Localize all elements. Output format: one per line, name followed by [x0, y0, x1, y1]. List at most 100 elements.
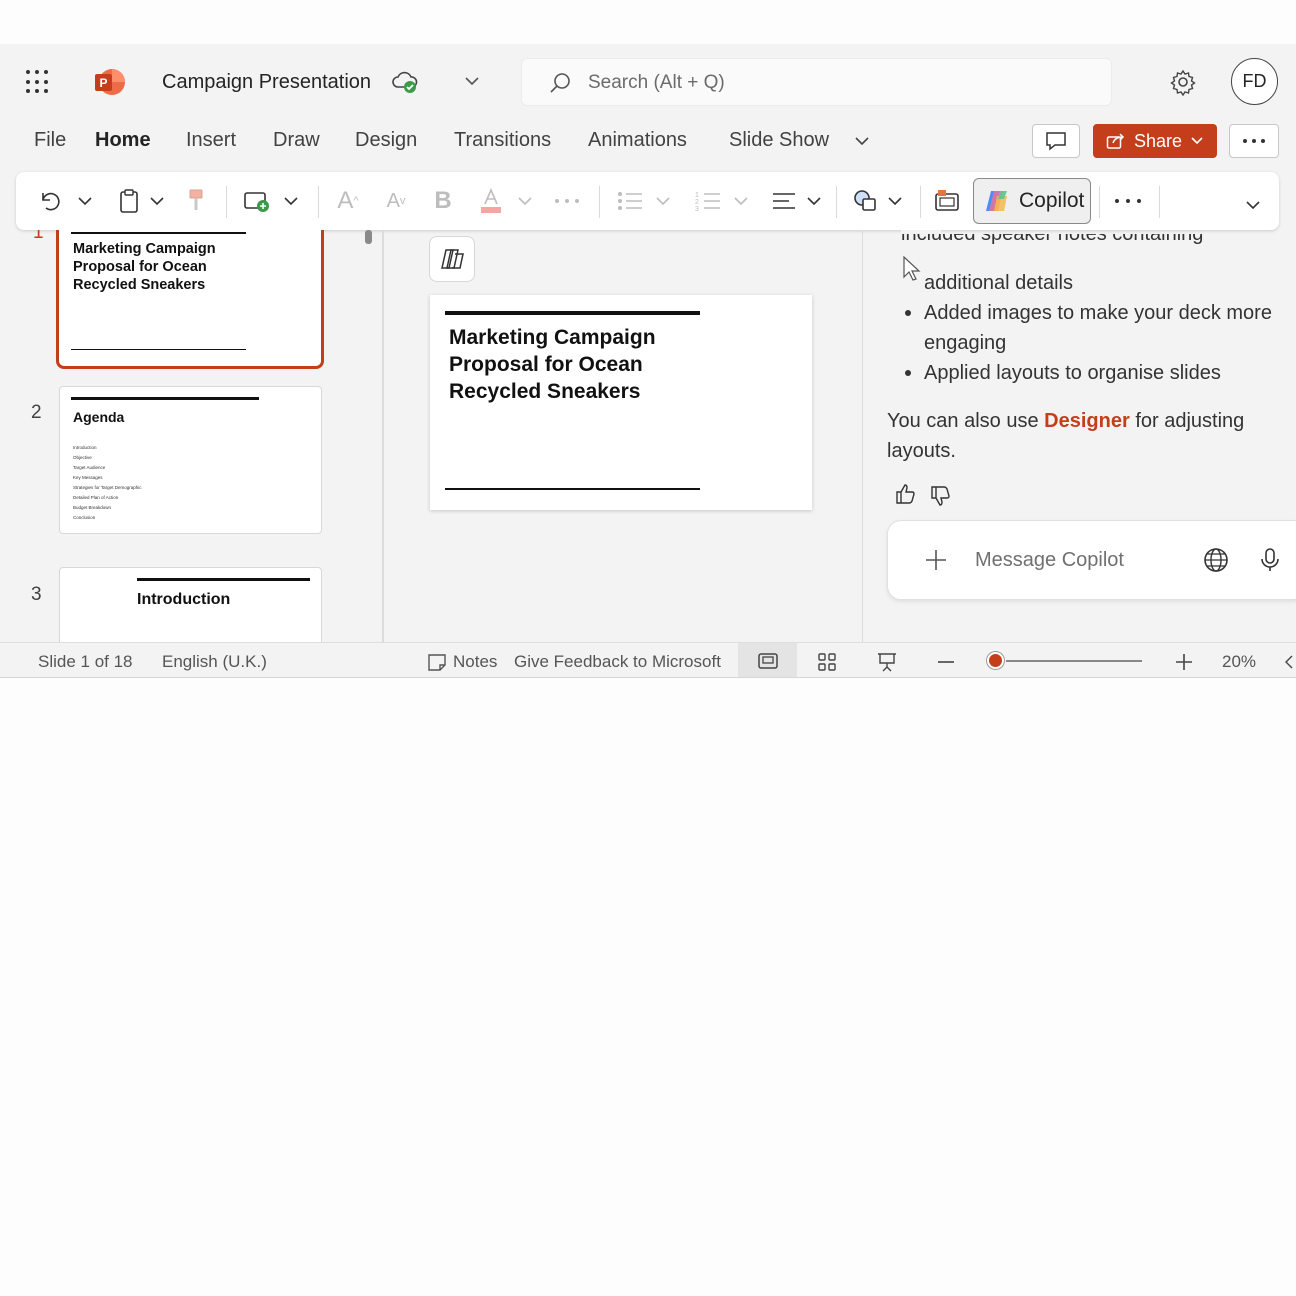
share-label: Share: [1133, 130, 1183, 151]
slide-sorter-icon[interactable]: [817, 652, 837, 677]
pane-divider[interactable]: [382, 230, 384, 642]
slide-counter: Slide 1 of 18: [38, 652, 133, 671]
font-color-dropdown-chevron-icon[interactable]: [516, 184, 534, 218]
slide-thumbnail-3[interactable]: Introduction: [59, 567, 322, 642]
format-painter-icon[interactable]: [184, 184, 208, 218]
search-box[interactable]: Search (Alt + Q): [521, 58, 1112, 106]
zoom-in-icon[interactable]: [1174, 652, 1194, 677]
thumbs-down-icon[interactable]: [930, 485, 952, 512]
designer-suggestions-button[interactable]: [429, 236, 475, 282]
designer-link[interactable]: Designer: [1044, 410, 1130, 432]
new-slide-icon[interactable]: [242, 184, 272, 218]
settings-gear-icon[interactable]: [1169, 68, 1197, 101]
slide-2-agenda-list: Introduction Objective Target Audience K…: [73, 445, 142, 520]
fit-to-window-icon[interactable]: [1282, 652, 1296, 677]
ellipsis-icon: [1243, 139, 1265, 143]
tab-transitions[interactable]: Transitions: [454, 129, 551, 152]
presenter-view-icon[interactable]: [876, 651, 898, 677]
shapes-icon[interactable]: [852, 184, 880, 218]
app-launcher-icon[interactable]: [24, 68, 52, 96]
add-attachment-plus-icon[interactable]: [924, 548, 948, 577]
align-dropdown-chevron-icon[interactable]: [805, 184, 823, 218]
user-avatar[interactable]: FD: [1231, 58, 1278, 105]
tab-home[interactable]: Home: [95, 129, 151, 152]
paste-clipboard-icon[interactable]: [116, 184, 142, 218]
numbering-dropdown-chevron-icon[interactable]: [732, 184, 750, 218]
share-icon: [1106, 133, 1125, 149]
tab-insert[interactable]: Insert: [186, 129, 236, 152]
copilot-message-box[interactable]: Message Copilot: [887, 520, 1296, 600]
slide-number-1: 1: [33, 230, 44, 243]
undo-dropdown-chevron-icon[interactable]: [76, 184, 94, 218]
bullets-dropdown-chevron-icon[interactable]: [654, 184, 672, 218]
slide-thumbnail-1[interactable]: Marketing Campaign Proposal for Ocean Re…: [56, 230, 324, 369]
app-icon-letter: P: [99, 76, 107, 90]
zoom-slider-track[interactable]: [1006, 660, 1142, 662]
thumbnails-scrollbar[interactable]: [365, 230, 372, 244]
slide-title[interactable]: Marketing Campaign Proposal for Ocean Re…: [449, 324, 739, 405]
normal-view-icon: [758, 653, 778, 669]
thumbs-up-icon[interactable]: [895, 483, 917, 510]
share-button[interactable]: Share: [1093, 124, 1217, 158]
svg-text:3: 3: [695, 206, 699, 213]
tab-draw[interactable]: Draw: [273, 129, 320, 152]
increase-font-size-icon[interactable]: A ^: [334, 184, 362, 218]
decrease-font-size-icon[interactable]: Av: [382, 184, 410, 218]
document-title[interactable]: Campaign Presentation: [162, 71, 371, 94]
bold-icon[interactable]: B: [432, 184, 454, 218]
search-placeholder: Search (Alt + Q): [588, 72, 725, 93]
slide-number-2: 2: [31, 402, 42, 423]
bullet-dot: [905, 310, 911, 316]
notes-icon[interactable]: [427, 653, 447, 676]
zoom-out-icon[interactable]: [936, 652, 956, 677]
new-slide-dropdown-chevron-icon[interactable]: [282, 184, 300, 218]
svg-text:2: 2: [695, 199, 699, 206]
svg-text:1: 1: [695, 192, 699, 199]
align-text-icon[interactable]: [770, 184, 798, 218]
designer-icon[interactable]: [932, 184, 962, 218]
more-tabs-chevron-icon[interactable]: [853, 134, 871, 153]
more-commands-icon[interactable]: [1112, 184, 1144, 218]
tab-file[interactable]: File: [34, 129, 66, 152]
cloud-saved-icon[interactable]: [391, 69, 419, 100]
copilot-bullet-cont: additional details: [924, 272, 1073, 294]
slide-thumbnails-pane: 1 Marketing Campaign Proposal for Ocean …: [0, 230, 382, 642]
tab-slide-show[interactable]: Slide Show: [729, 129, 829, 152]
share-chevron-icon: [1191, 137, 1203, 145]
expand-ribbon-chevron-icon[interactable]: [1244, 188, 1262, 222]
notes-button[interactable]: Notes: [453, 652, 497, 672]
shapes-dropdown-chevron-icon[interactable]: [886, 184, 904, 218]
copilot-icon: [986, 191, 1007, 211]
more-font-options-icon[interactable]: [552, 184, 582, 218]
slide-1-thumb-title: Marketing Campaign Proposal for Ocean Re…: [73, 241, 216, 293]
comments-button[interactable]: [1032, 124, 1080, 158]
numbering-icon[interactable]: 123: [694, 184, 722, 218]
language-indicator[interactable]: English (U.K.): [162, 652, 267, 672]
zoom-level[interactable]: 20%: [1222, 652, 1256, 672]
copilot-partial-line: included speaker notes containing: [901, 234, 1204, 245]
zoom-slider-handle[interactable]: [987, 652, 1004, 669]
font-color-icon[interactable]: [478, 184, 504, 218]
copilot-designer-tip: You can also use Designer for adjusting …: [887, 410, 1245, 462]
status-bar: Slide 1 of 18 English (U.K.) Notes Give …: [0, 642, 1296, 677]
microphone-icon[interactable]: [1260, 547, 1280, 578]
copilot-button[interactable]: Copilot: [973, 178, 1091, 224]
comment-icon: [1046, 132, 1066, 151]
paste-dropdown-chevron-icon[interactable]: [148, 184, 166, 218]
copilot-outline-icon: [441, 249, 464, 269]
current-slide-canvas[interactable]: Marketing Campaign Proposal for Ocean Re…: [430, 295, 812, 510]
tab-animations[interactable]: Animations: [588, 129, 687, 152]
message-copilot-input[interactable]: Message Copilot: [975, 549, 1124, 572]
bullets-icon[interactable]: [616, 184, 644, 218]
undo-icon[interactable]: [36, 184, 64, 218]
globe-icon[interactable]: [1203, 547, 1229, 578]
feedback-link[interactable]: Give Feedback to Microsoft: [514, 652, 721, 672]
powerpoint-window: P Campaign Presentation Search (Alt + Q)…: [0, 44, 1296, 678]
normal-view-button[interactable]: [738, 643, 797, 677]
slide-2-thumb-title: Agenda: [73, 409, 125, 425]
tab-design[interactable]: Design: [355, 129, 417, 152]
slide-thumbnail-2[interactable]: Agenda Introduction Objective Target Aud…: [59, 386, 322, 534]
more-options-button[interactable]: [1229, 124, 1279, 158]
powerpoint-logo-icon: P: [94, 67, 126, 97]
title-dropdown-chevron-icon[interactable]: [463, 74, 481, 93]
